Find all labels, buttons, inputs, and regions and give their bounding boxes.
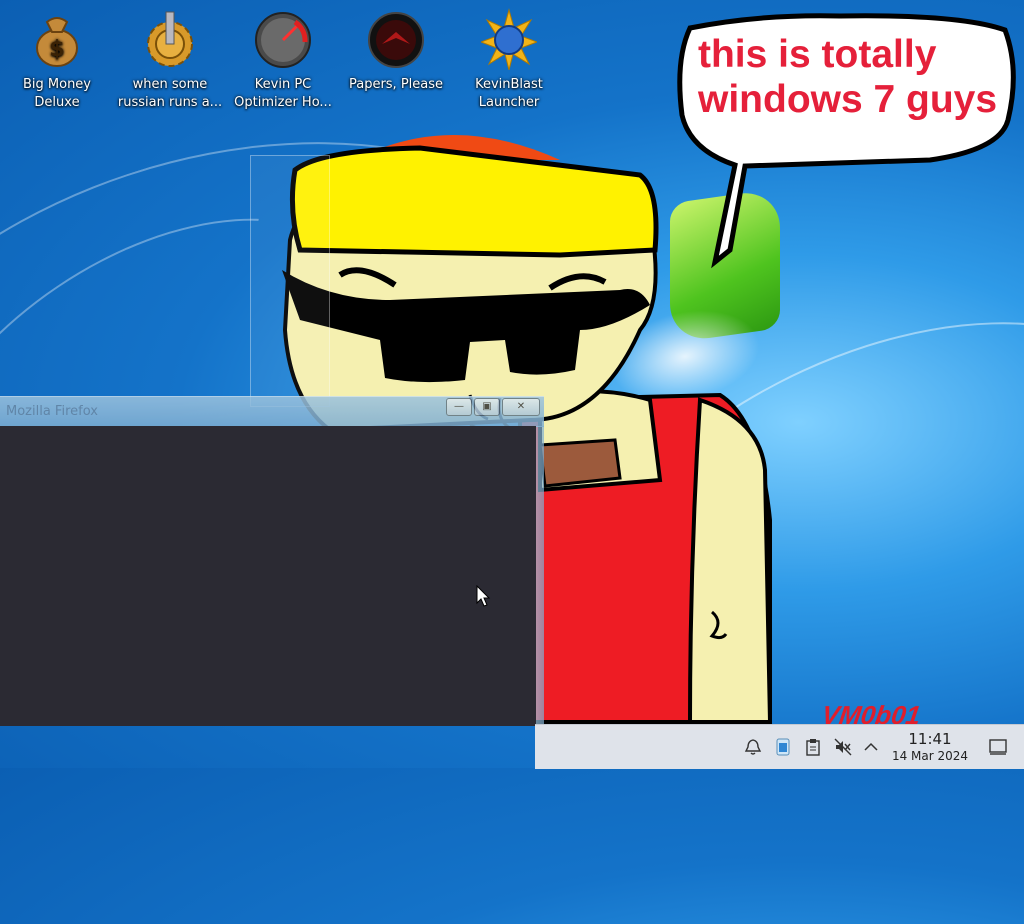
desktop-icon-big-money-deluxe[interactable]: $ Big Money Deluxe: [2, 8, 112, 112]
firefox-window[interactable]: Mozilla Firefox — ▣ ✕: [0, 396, 544, 726]
desktop-icon-kevinblast-launcher[interactable]: KevinBlast Launcher: [454, 8, 564, 112]
window-border: [536, 426, 544, 726]
papers-please-icon: [368, 12, 424, 68]
ghost-window-outline: [250, 155, 330, 407]
speech-bubble-text: this is totally windows 7 guys: [698, 33, 998, 121]
clock-time: 11:41: [908, 730, 952, 748]
taskbar: 11:41 14 Mar 2024: [535, 724, 1024, 769]
desktop-icon-label: Kevin PC Optimizer Ho...: [234, 77, 332, 110]
window-content[interactable]: [0, 426, 536, 726]
desktop-icon-kevin-pc-optimizer[interactable]: Kevin PC Optimizer Ho...: [228, 8, 338, 112]
desktop-icon-label: when some russian runs a...: [117, 77, 223, 110]
svg-text:$: $: [49, 37, 64, 62]
minimize-button[interactable]: —: [446, 398, 472, 416]
clock-date: 14 Mar 2024: [891, 749, 969, 763]
desktop-icon-label: Papers, Please: [348, 77, 444, 92]
mouse-cursor-icon: [476, 585, 491, 607]
notifications-icon[interactable]: [743, 725, 763, 769]
window-title: Mozilla Firefox: [6, 404, 98, 419]
desktop-icon-papers-please[interactable]: Papers, Please: [341, 8, 451, 94]
taskbar-clock[interactable]: 11:41 14 Mar 2024: [885, 731, 975, 764]
window-titlebar[interactable]: Mozilla Firefox — ▣ ✕: [0, 396, 544, 427]
clipboard-icon[interactable]: [803, 725, 823, 769]
speedometer-icon: [255, 12, 311, 68]
show-desktop-icon[interactable]: [987, 725, 1009, 769]
desktop-icon-russian-runs[interactable]: when some russian runs a...: [115, 8, 225, 112]
show-hidden-icon[interactable]: [861, 725, 881, 769]
desktop-icon-label: KevinBlast Launcher: [475, 77, 543, 110]
volume-muted-icon[interactable]: [833, 725, 853, 769]
close-button[interactable]: ✕: [502, 398, 540, 416]
network-icon[interactable]: [773, 725, 793, 769]
starburst-globe-icon: [481, 8, 537, 70]
desktop-icon-label: Big Money Deluxe: [22, 77, 91, 110]
maximize-button[interactable]: ▣: [474, 398, 500, 416]
gear-icon: [147, 11, 193, 67]
money-bag-icon: $: [36, 17, 78, 67]
